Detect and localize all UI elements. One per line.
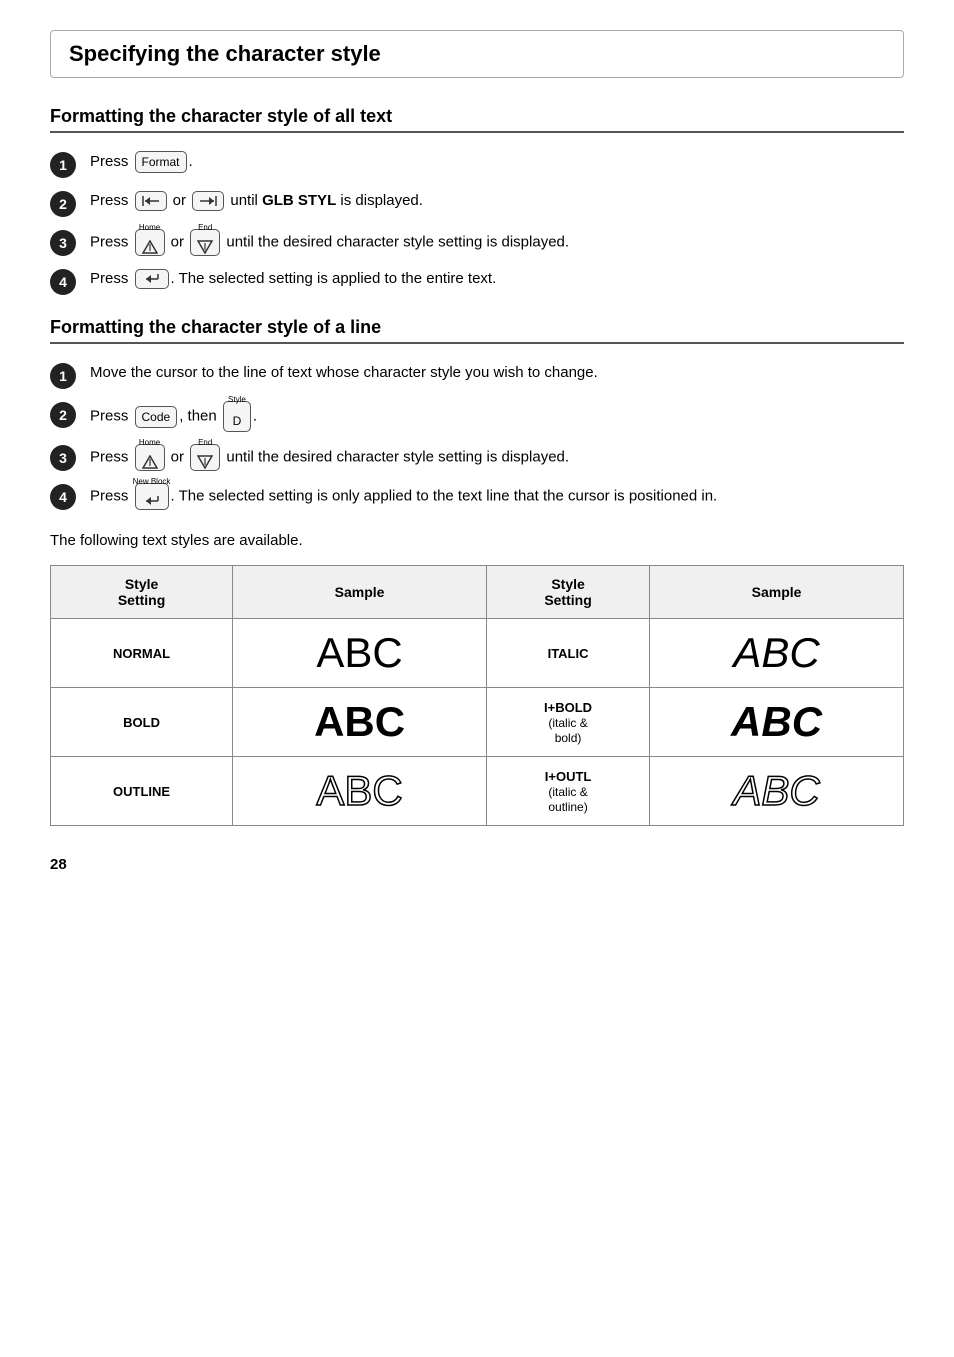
page-title: Specifying the character style: [69, 41, 381, 66]
format-key: Format: [135, 151, 187, 173]
s2-step4-row: 4 Press New Block . The selected setting…: [50, 483, 904, 510]
page-number: 28: [50, 856, 904, 873]
s2-step3-text: Press Home or End until the desired char…: [90, 444, 904, 471]
step3-row: 3 Press Home or End until the desired ch…: [50, 229, 904, 256]
s2-step1-text: Move the cursor to the line of text whos…: [90, 362, 904, 385]
sample-bold: ABC: [233, 688, 487, 757]
s2-step2-text: Press Code, then Style D .: [90, 401, 904, 432]
up-arrow-key: Home: [135, 229, 165, 256]
style-normal: NORMAL: [51, 619, 233, 688]
step4-text: Press . The selected setting is applied …: [90, 268, 904, 291]
sample-normal: ABC: [233, 619, 487, 688]
s2-step1-number: 1: [50, 363, 76, 389]
style-table: StyleSetting Sample StyleSetting Sample …: [50, 565, 904, 826]
enter-key: [135, 269, 169, 289]
section2-heading: Formatting the character style of a line: [50, 317, 904, 344]
sample-italic-outline: ABC: [650, 757, 904, 826]
right-arrow-key: [192, 191, 224, 211]
d-style-key: Style D: [223, 401, 251, 432]
step1-number: 1: [50, 152, 76, 178]
s2-step4-text: Press New Block . The selected setting i…: [90, 483, 904, 510]
sample-outline: ABC: [233, 757, 487, 826]
style-bold: BOLD: [51, 688, 233, 757]
col-header-sample1: Sample: [233, 566, 487, 619]
sample-italic: ABC: [650, 619, 904, 688]
col-header-sample2: Sample: [650, 566, 904, 619]
s2-step2-number: 2: [50, 402, 76, 428]
section1-heading: Formatting the character style of all te…: [50, 106, 904, 133]
table-row-normal: NORMAL ABC ITALIC ABC: [51, 619, 904, 688]
step1-text: Press Format.: [90, 151, 904, 174]
s2-down-arrow-key: End: [190, 444, 220, 471]
style-italic-bold: I+BOLD(italic &bold): [487, 688, 650, 757]
style-outline: OUTLINE: [51, 757, 233, 826]
s2-enter-key: New Block: [135, 483, 169, 510]
s2-step1-row: 1 Move the cursor to the line of text wh…: [50, 362, 904, 389]
s2-step2-row: 2 Press Code, then Style D .: [50, 401, 904, 432]
step2-text: Press or until GLB STYL is displayed.: [90, 190, 904, 213]
step2-row: 2 Press or until GLB STYL is displayed.: [50, 190, 904, 217]
section1-steps: 1 Press Format. 2 Press or until GLB STY…: [50, 151, 904, 295]
step3-number: 3: [50, 230, 76, 256]
down-arrow-key: End: [190, 229, 220, 256]
s2-step4-number: 4: [50, 484, 76, 510]
following-text: The following text styles are available.: [50, 532, 904, 549]
page-title-box: Specifying the character style: [50, 30, 904, 78]
s2-step3-row: 3 Press Home or End until the desired ch…: [50, 444, 904, 471]
step3-text: Press Home or End until the desired char…: [90, 229, 904, 256]
section2: Formatting the character style of a line…: [50, 317, 904, 510]
section2-steps: 1 Move the cursor to the line of text wh…: [50, 362, 904, 510]
table-row-bold: BOLD ABC I+BOLD(italic &bold) ABC: [51, 688, 904, 757]
step4-row: 4 Press . The selected setting is applie…: [50, 268, 904, 295]
table-row-outline: OUTLINE ABC I+OUTL(italic &outline) ABC: [51, 757, 904, 826]
s2-step3-number: 3: [50, 445, 76, 471]
left-arrow-key: [135, 191, 167, 211]
section1: Formatting the character style of all te…: [50, 106, 904, 295]
col-header-style1: StyleSetting: [51, 566, 233, 619]
col-header-style2: StyleSetting: [487, 566, 650, 619]
s2-up-arrow-key: Home: [135, 444, 165, 471]
style-italic-outline: I+OUTL(italic &outline): [487, 757, 650, 826]
style-italic: ITALIC: [487, 619, 650, 688]
step1-row: 1 Press Format.: [50, 151, 904, 178]
sample-italic-bold: ABC: [650, 688, 904, 757]
code-key: Code: [135, 406, 178, 428]
step4-number: 4: [50, 269, 76, 295]
step2-number: 2: [50, 191, 76, 217]
